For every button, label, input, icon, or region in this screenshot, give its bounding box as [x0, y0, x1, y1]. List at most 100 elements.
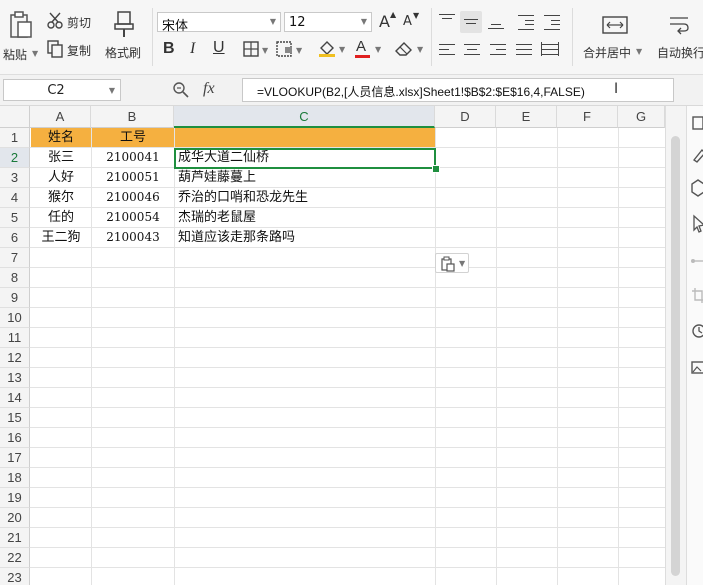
row-header-1[interactable]: 1: [0, 128, 30, 148]
formula-input[interactable]: =VLOOKUP(B2,[人员信息.xlsx]Sheet1!$B$2:$E$16…: [242, 78, 674, 102]
column-header-b[interactable]: B: [91, 106, 174, 128]
row-header-12[interactable]: 12: [0, 348, 30, 368]
row-header-11[interactable]: 11: [0, 328, 30, 348]
cell-id[interactable]: 2100041: [92, 148, 174, 167]
grid-column-line: [496, 128, 497, 585]
column-header-e[interactable]: E: [496, 106, 557, 128]
cell-id[interactable]: 2100043: [92, 228, 174, 247]
grow-font-button[interactable]: A ▲: [378, 10, 398, 32]
spreadsheet-grid[interactable]: ABCDEFG 1 2 3 4 5 6 7 8 9 10 11 12 13 14 15 16 17 18 19 20 2…: [0, 106, 665, 585]
cell-address[interactable]: 知道应该走那条路吗: [175, 228, 435, 247]
clear-button[interactable]: ▼: [394, 38, 426, 60]
underline-button[interactable]: U: [213, 39, 225, 57]
decrease-indent-button[interactable]: [516, 12, 536, 32]
select-all-corner[interactable]: [0, 106, 30, 128]
distributed-button[interactable]: [540, 40, 560, 60]
shrink-font-button[interactable]: A ▼: [402, 10, 422, 32]
cell-address[interactable]: 乔治的口哨和恐龙先生: [175, 188, 435, 207]
italic-button[interactable]: I: [190, 40, 195, 58]
align-middle-button[interactable]: [460, 11, 482, 33]
cell-name[interactable]: 张三: [31, 148, 91, 167]
cell-name[interactable]: 人好: [31, 168, 91, 187]
grid-row-line: [30, 267, 665, 268]
row-header-4[interactable]: 4: [0, 188, 30, 208]
row-header-8[interactable]: 8: [0, 268, 30, 288]
scrollbar-thumb[interactable]: [671, 136, 680, 576]
brush-icon[interactable]: [690, 146, 703, 166]
row-header-6[interactable]: 6: [0, 228, 30, 248]
row-header-9[interactable]: 9: [0, 288, 30, 308]
cell-style-button[interactable]: ▼: [276, 40, 306, 60]
row-header-16[interactable]: 16: [0, 428, 30, 448]
row-header-3[interactable]: 3: [0, 168, 30, 188]
cell-id[interactable]: 2100054: [92, 208, 174, 227]
merge-center-button[interactable]: 合并居中 ▼: [580, 10, 650, 66]
row-header-5[interactable]: 5: [0, 208, 30, 228]
cell-name[interactable]: 王二狗: [31, 228, 91, 247]
shape-icon[interactable]: [690, 178, 703, 198]
row-header-21[interactable]: 21: [0, 528, 30, 548]
row-header-22[interactable]: 22: [0, 548, 30, 568]
select-icon[interactable]: [690, 114, 703, 134]
header-cell-name[interactable]: 姓名: [31, 128, 91, 147]
column-header-g[interactable]: G: [618, 106, 665, 128]
fill-handle[interactable]: [432, 165, 440, 173]
crop-icon[interactable]: [690, 286, 703, 306]
increase-indent-button[interactable]: [542, 12, 562, 32]
paste-chevron-down-icon[interactable]: ▼: [32, 49, 38, 58]
bold-button[interactable]: B: [163, 40, 175, 58]
align-center-button[interactable]: [462, 40, 482, 60]
column-header-f[interactable]: F: [557, 106, 618, 128]
row-header-20[interactable]: 20: [0, 508, 30, 528]
grid-row-line: [30, 327, 665, 328]
cell-id[interactable]: 2100046: [92, 188, 174, 207]
column-header-c[interactable]: C: [174, 106, 435, 128]
insert-function-button[interactable]: fx: [203, 80, 215, 98]
chevron-down-icon[interactable]: ▼: [109, 86, 115, 95]
column-header-d[interactable]: D: [435, 106, 496, 128]
wrap-text-button[interactable]: 自动换行: [654, 10, 703, 66]
fill-color-button[interactable]: ▼: [318, 38, 348, 60]
paste-button[interactable]: 粘贴 ▼: [0, 6, 42, 66]
zoom-search-icon[interactable]: [172, 81, 190, 99]
align-left-button[interactable]: [437, 40, 457, 60]
font-name-select[interactable]: 宋体 ▼: [157, 12, 281, 34]
image-icon[interactable]: [690, 358, 703, 378]
row-header-10[interactable]: 10: [0, 308, 30, 328]
row-header-7[interactable]: 7: [0, 248, 30, 268]
cut-button[interactable]: 剪切: [46, 12, 98, 32]
row-header-18[interactable]: 18: [0, 468, 30, 488]
cell-address[interactable]: 杰瑞的老鼠屋: [175, 208, 435, 227]
font-size-select[interactable]: 12 ▼: [284, 12, 372, 32]
row-header-13[interactable]: 13: [0, 368, 30, 388]
cell-name[interactable]: 猴尔: [31, 188, 91, 207]
grid-column-line: [435, 128, 436, 585]
column-header-a[interactable]: A: [30, 106, 91, 128]
connector-icon[interactable]: [690, 251, 703, 271]
align-bottom-button[interactable]: [486, 12, 506, 32]
align-right-button[interactable]: [488, 40, 508, 60]
copy-button[interactable]: 复制: [46, 40, 98, 60]
history-icon[interactable]: [690, 321, 703, 341]
row-header-23[interactable]: 23: [0, 568, 30, 585]
font-color-button[interactable]: A ▼: [354, 38, 384, 60]
borders-button[interactable]: ▼: [243, 40, 271, 60]
align-top-button[interactable]: [437, 12, 457, 32]
justify-button[interactable]: [514, 40, 534, 60]
cell-id[interactable]: 2100051: [92, 168, 174, 187]
row-header-17[interactable]: 17: [0, 448, 30, 468]
cell-name[interactable]: 任的: [31, 208, 91, 227]
format-painter-button[interactable]: 格式刷: [102, 8, 146, 64]
row-header-2[interactable]: 2: [0, 148, 30, 168]
header-cell-c[interactable]: [175, 128, 435, 147]
cell-address[interactable]: 葫芦娃藤蔓上: [175, 168, 435, 187]
name-box[interactable]: C2 ▼: [3, 79, 121, 101]
cursor-icon[interactable]: [690, 214, 703, 234]
row-header-15[interactable]: 15: [0, 408, 30, 428]
vertical-scrollbar[interactable]: [665, 106, 686, 585]
paste-options-button[interactable]: ▼: [435, 253, 469, 273]
grid-row-line: [30, 387, 665, 388]
header-cell-id[interactable]: 工号: [92, 128, 174, 147]
row-header-19[interactable]: 19: [0, 488, 30, 508]
row-header-14[interactable]: 14: [0, 388, 30, 408]
